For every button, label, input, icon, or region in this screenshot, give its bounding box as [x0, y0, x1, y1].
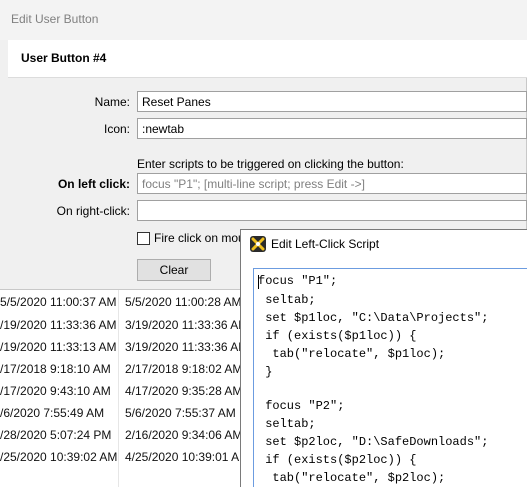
- table-row[interactable]: /6/2020 7:55:49 AM 5/6/2020 7:55:37 AM: [0, 403, 240, 423]
- name-label: Name:: [94, 95, 130, 109]
- code-line: tab("relocate", $p1loc);: [258, 347, 446, 361]
- dialog-titlebar[interactable]: Edit User Button: [0, 0, 527, 40]
- modified-cell: /28/2020 5:07:24 PM: [0, 428, 112, 442]
- created-cell: 2/17/2018 9:18:02 AM: [125, 362, 243, 376]
- table-row[interactable]: 5/5/2020 11:00:37 AM 5/5/2020 11:00:28 AM: [0, 292, 242, 312]
- created-cell: 5/6/2020 7:55:37 AM: [125, 406, 236, 420]
- icon-field[interactable]: :newtab: [137, 118, 527, 139]
- modified-cell: /17/2018 9:18:10 AM: [0, 362, 111, 376]
- dialog-title: Edit User Button: [11, 12, 99, 26]
- right-click-label: On right-click:: [56, 204, 130, 218]
- button-number-title: User Button #4: [21, 51, 107, 65]
- modified-cell: /19/2020 11:33:13 AM: [0, 340, 117, 354]
- fire-click-label: Fire click on mou: [154, 231, 245, 245]
- created-cell: 5/5/2020 11:00:28 AM: [125, 295, 242, 309]
- code-line: focus "P2";: [258, 399, 345, 413]
- left-click-label: On left click:: [57, 177, 130, 191]
- table-row[interactable]: /25/2020 10:39:02 AM 4/25/2020 10:39:01 A…: [0, 447, 249, 467]
- code-line: if (exists($p1loc)) {: [258, 329, 417, 343]
- table-row[interactable]: /17/2018 9:18:10 AM 2/17/2018 9:18:02 AM: [0, 359, 243, 379]
- code-line: seltab;: [258, 293, 316, 307]
- code-line: }: [258, 365, 273, 379]
- modified-cell: /19/2020 11:33:36 AM: [0, 318, 117, 332]
- created-cell: 4/25/2020 10:39:01 AM: [125, 450, 250, 464]
- left-click-script-field[interactable]: focus "P1"; [multi-line script; press Ed…: [137, 173, 527, 194]
- modified-cell: /17/2020 9:43:10 AM: [0, 384, 111, 398]
- modified-cell: /25/2020 10:39:02 AM: [0, 450, 118, 464]
- table-row[interactable]: /17/2020 9:43:10 AM 4/17/2020 9:35:28 AM: [0, 381, 243, 401]
- name-field[interactable]: Reset Panes: [137, 91, 527, 112]
- created-cell: 3/19/2020 11:33:36 AM: [125, 340, 249, 354]
- code-line: set $p1loc, "C:\Data\Projects";: [258, 311, 489, 325]
- created-cell: 4/17/2020 9:35:28 AM: [125, 384, 243, 398]
- script-editor[interactable]: focus "P1"; seltab; set $p1loc, "C:\Data…: [253, 268, 527, 487]
- icon-label: Icon:: [103, 122, 130, 136]
- edit-script-window: Edit Left-Click Script focus "P1"; selta…: [240, 229, 527, 487]
- created-cell: 3/19/2020 11:33:36 AM: [125, 318, 249, 332]
- modified-cell: 5/5/2020 11:00:37 AM: [0, 295, 117, 309]
- table-row[interactable]: /19/2020 11:33:13 AM 3/19/2020 11:33:36 A…: [0, 337, 248, 357]
- right-click-script-field[interactable]: [137, 200, 527, 221]
- scripts-hint: Enter scripts to be triggered on clickin…: [137, 157, 404, 171]
- modified-cell: /6/2020 7:55:49 AM: [0, 406, 105, 420]
- created-cell: 2/16/2020 9:34:06 AM: [125, 428, 243, 442]
- code-line: tab("relocate", $p2loc);: [258, 471, 446, 485]
- script-window-title: Edit Left-Click Script: [271, 237, 380, 251]
- dialog-header: User Button #4: [8, 40, 527, 78]
- clear-button[interactable]: Clear: [137, 259, 211, 281]
- code-line: focus "P1";: [258, 274, 338, 288]
- script-window-titlebar[interactable]: Edit Left-Click Script: [241, 230, 527, 258]
- table-row[interactable]: /28/2020 5:07:24 PM 2/16/2020 9:34:06 AM: [0, 425, 243, 445]
- code-line: seltab;: [258, 417, 316, 431]
- fire-click-checkbox[interactable]: [137, 232, 150, 245]
- code-line: set $p2loc, "D:\SafeDownloads";: [258, 435, 489, 449]
- table-row[interactable]: /19/2020 11:33:36 AM 3/19/2020 11:33:36 A…: [0, 315, 248, 335]
- xyplorer-icon: [250, 236, 266, 252]
- code-line: if (exists($p2loc)) {: [258, 453, 417, 467]
